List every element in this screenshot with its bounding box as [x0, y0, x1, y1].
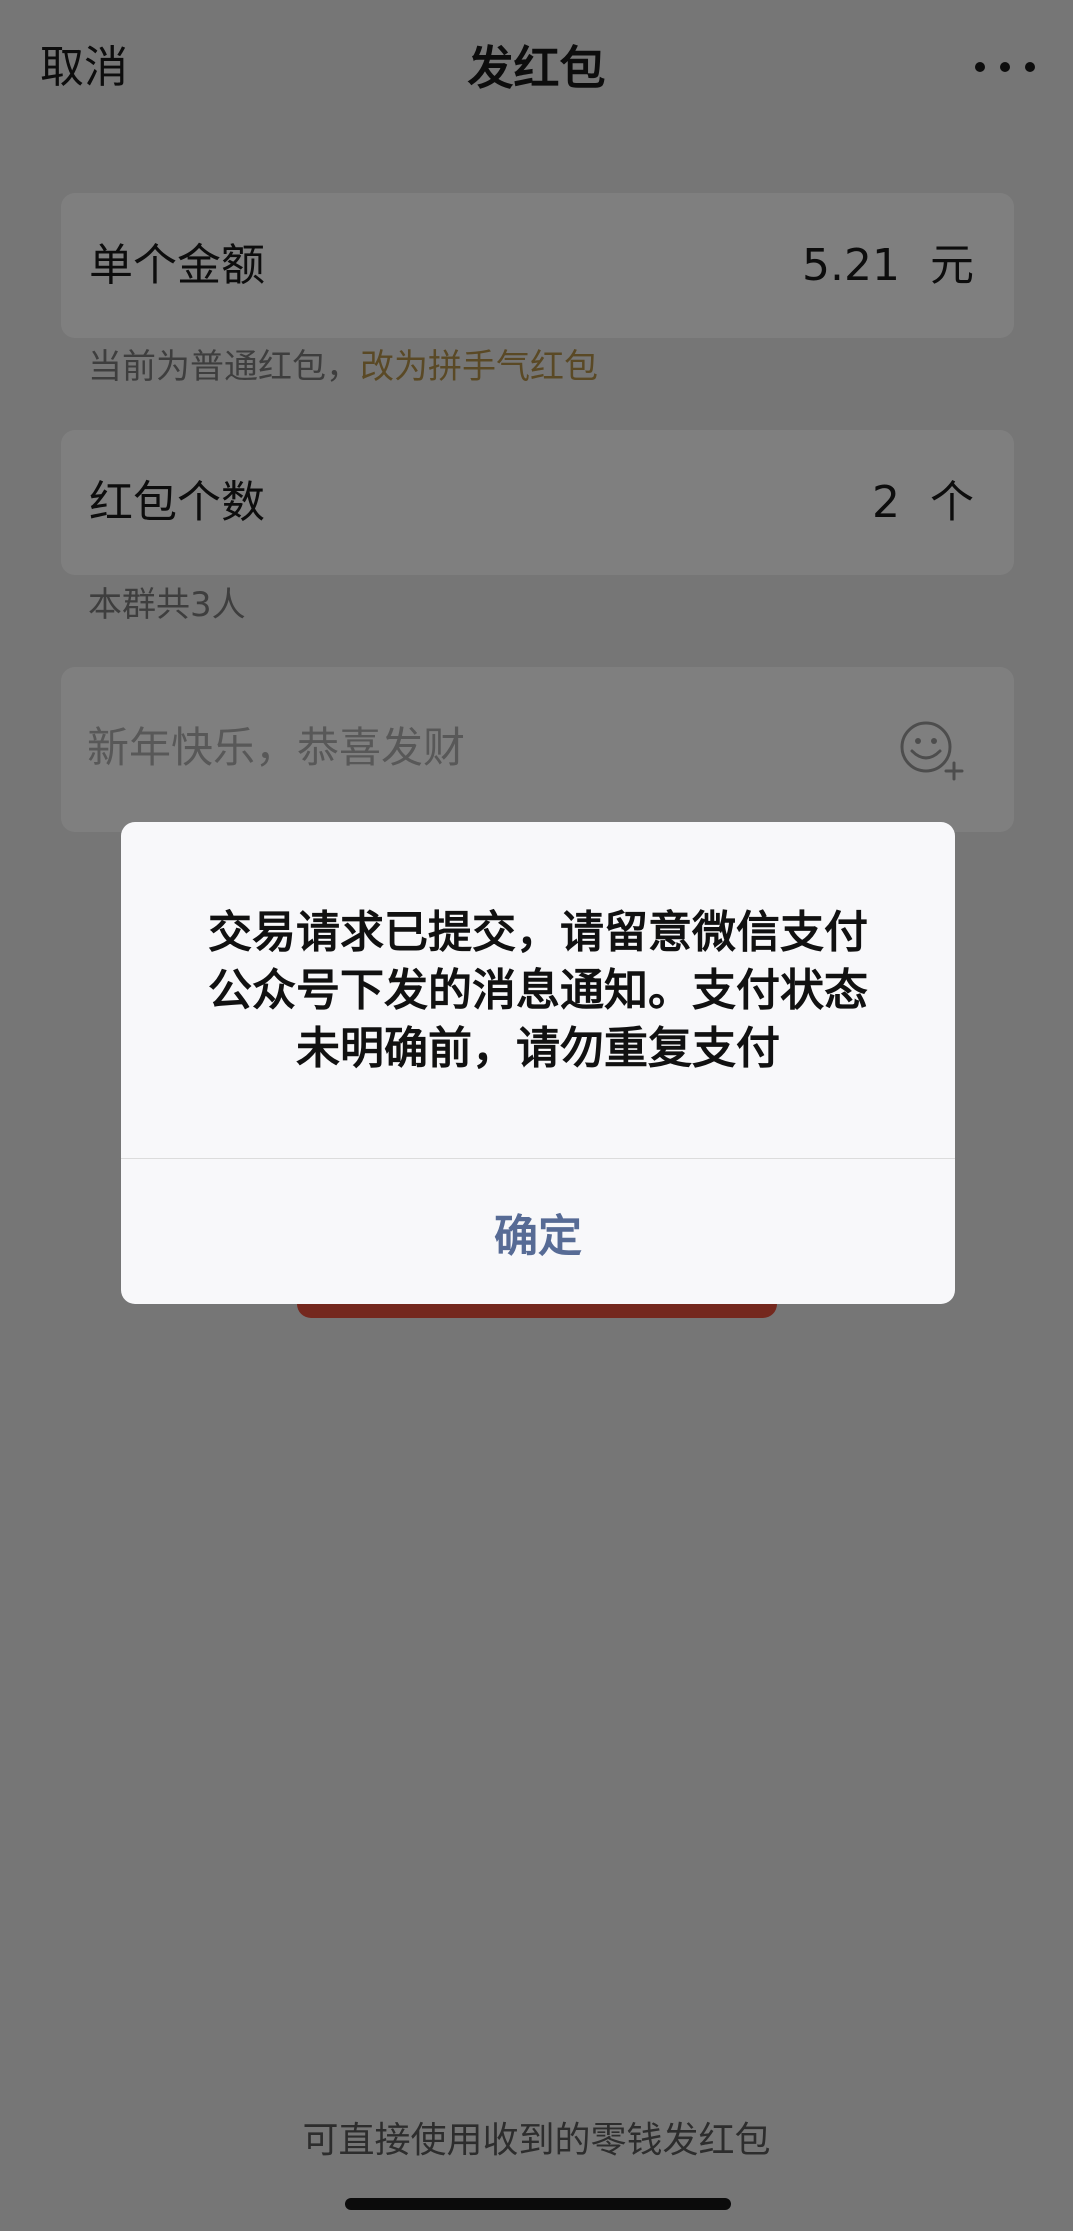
confirm-button[interactable]: 确定 — [121, 1159, 955, 1304]
home-indicator[interactable] — [345, 2198, 731, 2210]
alert-dialog: 交易请求已提交，请留意微信支付公众号下发的消息通知。支付状态未明确前，请勿重复支… — [121, 822, 955, 1304]
dialog-message: 交易请求已提交，请留意微信支付公众号下发的消息通知。支付状态未明确前，请勿重复支… — [208, 907, 868, 1074]
